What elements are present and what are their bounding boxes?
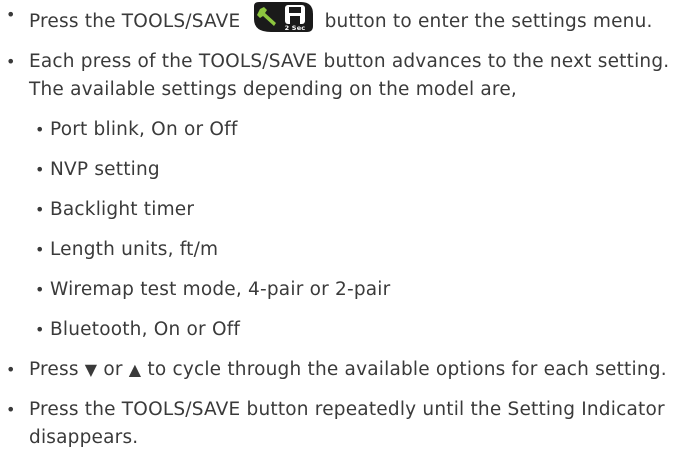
bullet: • <box>35 200 45 219</box>
subitem-text: Port blink, On or Off <box>50 119 238 140</box>
bullet: • <box>35 240 45 259</box>
item-text: or <box>97 359 129 380</box>
list-item: • Press the TOOLS/SAVE button repeatedly… <box>0 396 679 452</box>
list-item: • Press ▼ or ▲ to cycle through the avai… <box>0 356 679 384</box>
sublist-item: • NVP setting <box>29 156 679 184</box>
sublist-item: • Bluetooth, On or Off <box>29 316 679 344</box>
bullet: • <box>35 320 45 339</box>
down-arrow-icon: ▼ <box>84 360 98 379</box>
sublist-item: • Wiremap test mode, 4-pair or 2-pair <box>29 276 679 304</box>
item-text: Press the TOOLS/SAVE <box>29 11 247 32</box>
subitem-text: Bluetooth, On or Off <box>50 319 241 340</box>
tools-save-button-icon: 2 Sec <box>253 2 313 32</box>
item-text: Press the TOOLS/SAVE button repeatedly u… <box>29 399 665 448</box>
bullet: • <box>35 120 45 139</box>
bullet: • <box>6 400 16 419</box>
sublist-item: • Port blink, On or Off <box>29 116 679 144</box>
subitem-text: Backlight timer <box>50 199 195 220</box>
sublist-item: • Length units, ft/m <box>29 236 679 264</box>
subitem-text: Length units, ft/m <box>50 239 219 260</box>
instruction-document: • Press the TOOLS/SAVE 2 Sec button to e… <box>0 0 679 452</box>
up-arrow-icon: ▲ <box>128 360 142 379</box>
instruction-list: • Press the TOOLS/SAVE 2 Sec button to e… <box>0 1 679 452</box>
settings-sublist: • Port blink, On or Off • NVP setting • Bac… <box>29 116 679 344</box>
item-text: button to enter the settings menu. <box>318 11 653 32</box>
bullet: • <box>6 52 16 71</box>
icon-label: 2 Sec <box>284 24 305 32</box>
bullet: • <box>6 5 16 24</box>
subitem-text: NVP setting <box>50 159 160 180</box>
sublist-item: • Backlight timer <box>29 196 679 224</box>
item-text: Each press of the TOOLS/SAVE button adva… <box>29 51 670 100</box>
bullet: • <box>35 280 45 299</box>
bullet: • <box>6 360 16 379</box>
subitem-text: Wiremap test mode, 4-pair or 2-pair <box>50 279 391 300</box>
bullet: • <box>35 160 45 179</box>
item-text: Press <box>29 359 85 380</box>
list-item: • Each press of the TOOLS/SAVE button ad… <box>0 48 679 344</box>
item-text: to cycle through the available options f… <box>141 359 667 380</box>
list-item: • Press the TOOLS/SAVE 2 Sec button to e… <box>0 1 679 36</box>
